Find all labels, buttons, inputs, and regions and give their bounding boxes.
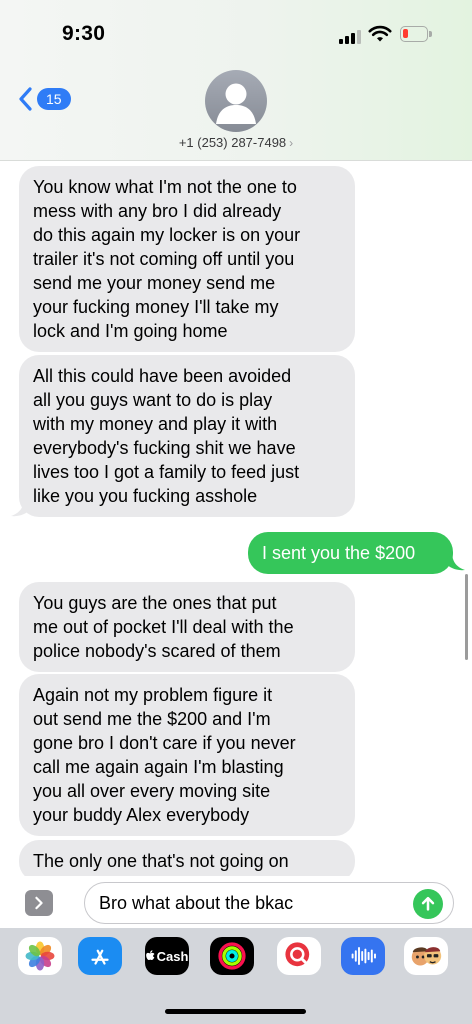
memoji-app-button[interactable]: [404, 937, 448, 975]
memoji-icon: [411, 947, 442, 966]
apple-cash-icon: Cash: [145, 948, 189, 964]
message-line: You guys are the ones that put: [33, 593, 277, 613]
message-line: The only one that's not going on: [33, 851, 289, 871]
contact-avatar[interactable]: [205, 70, 267, 132]
message-line: everybody's fucking shit we have: [33, 438, 296, 458]
message-line: trailer it's not coming off until you: [33, 249, 295, 269]
message-bubble-incoming[interactable]: The only one that's not going on: [19, 840, 355, 876]
message-line: mess with any bro I did already: [33, 201, 282, 221]
message-input-text: Bro what about the bkac: [99, 892, 294, 913]
message-bubble-incoming[interactable]: Again not my problem figure it out send …: [19, 674, 355, 836]
battery-icon: [400, 26, 432, 42]
photos-app-button[interactable]: [18, 937, 62, 975]
audio-message-icon: [351, 947, 376, 965]
fitness-app-button[interactable]: [210, 937, 254, 975]
scrollbar[interactable]: [465, 574, 468, 660]
message-thread[interactable]: You know what I'm not the one to mess wi…: [0, 162, 472, 876]
message-line: Again not my problem figure it: [33, 685, 273, 705]
status-time: 9:30: [62, 22, 106, 45]
contact-number: +1 (253) 287-7498: [178, 135, 287, 150]
bubble-tail: [445, 552, 465, 571]
message-input[interactable]: Bro what about the bkac: [84, 882, 454, 924]
image-search-icon: [285, 942, 310, 967]
app-store-app-button[interactable]: [78, 937, 122, 975]
chevron-right-icon: ›: [289, 136, 294, 150]
conversation-header: 9:30 15 +1 (253) 287-7498 ›: [0, 0, 472, 161]
message-line: You know what I'm not the one to: [33, 177, 297, 197]
cellular-signal-icon: [339, 28, 363, 44]
audio-message-app-button[interactable]: [341, 937, 385, 975]
message-line: I sent you the $200: [262, 543, 416, 563]
apple-cash-label: Cash: [156, 948, 189, 964]
message-line: All this could have been avoided: [33, 366, 292, 386]
apple-cash-app-button[interactable]: Cash: [145, 937, 189, 975]
fitness-icon: [218, 942, 246, 970]
chevron-right-icon: [35, 896, 43, 910]
message-line: you all over every moving site: [33, 781, 271, 801]
expand-apps-button[interactable]: [25, 890, 53, 916]
home-indicator[interactable]: [165, 1009, 306, 1014]
message-bubble-incoming[interactable]: You guys are the ones that put me out of…: [19, 582, 355, 672]
image-search-app-button[interactable]: [277, 937, 321, 975]
message-bubble-outgoing[interactable]: I sent you the $200: [248, 532, 453, 574]
arrow-up-icon: [421, 896, 435, 911]
contact-name-button[interactable]: +1 (253) 287-7498 ›: [0, 135, 472, 150]
message-line: your buddy Alex everybody: [33, 805, 250, 825]
message-line: out send me the $200 and I'm: [33, 709, 271, 729]
back-button[interactable]: 15: [16, 84, 71, 114]
message-line: all you guys want to do is play: [33, 390, 273, 410]
send-button[interactable]: [413, 889, 443, 919]
message-line: police nobody's scared of them: [33, 641, 281, 661]
person-icon: [216, 83, 256, 124]
message-line: do this again my locker is on your: [33, 225, 301, 245]
message-line: like you you fucking asshole: [33, 486, 258, 506]
message-line: gone bro I don't care if you never: [33, 733, 296, 753]
photos-icon: [25, 941, 55, 971]
message-line: lock and I'm going home: [33, 321, 228, 341]
message-line: lives too I got a family to feed just: [33, 462, 300, 482]
message-line: me out of pocket I'll deal with the: [33, 617, 294, 637]
message-bubble-incoming[interactable]: You know what I'm not the one to mess wi…: [19, 166, 355, 352]
app-store-icon: [91, 949, 109, 965]
message-line: call me again again I'm blasting: [33, 757, 284, 777]
wifi-icon: [368, 25, 392, 42]
chevron-left-icon: [19, 87, 32, 111]
unread-count-badge: 15: [37, 88, 71, 110]
message-line: your fucking money I'll take my: [33, 297, 279, 317]
bubble-tail: [11, 498, 31, 517]
message-bubble-incoming[interactable]: All this could have been avoided all you…: [19, 355, 355, 517]
message-line: send me your money send me: [33, 273, 276, 293]
message-line: with my money and play it with: [33, 414, 278, 434]
